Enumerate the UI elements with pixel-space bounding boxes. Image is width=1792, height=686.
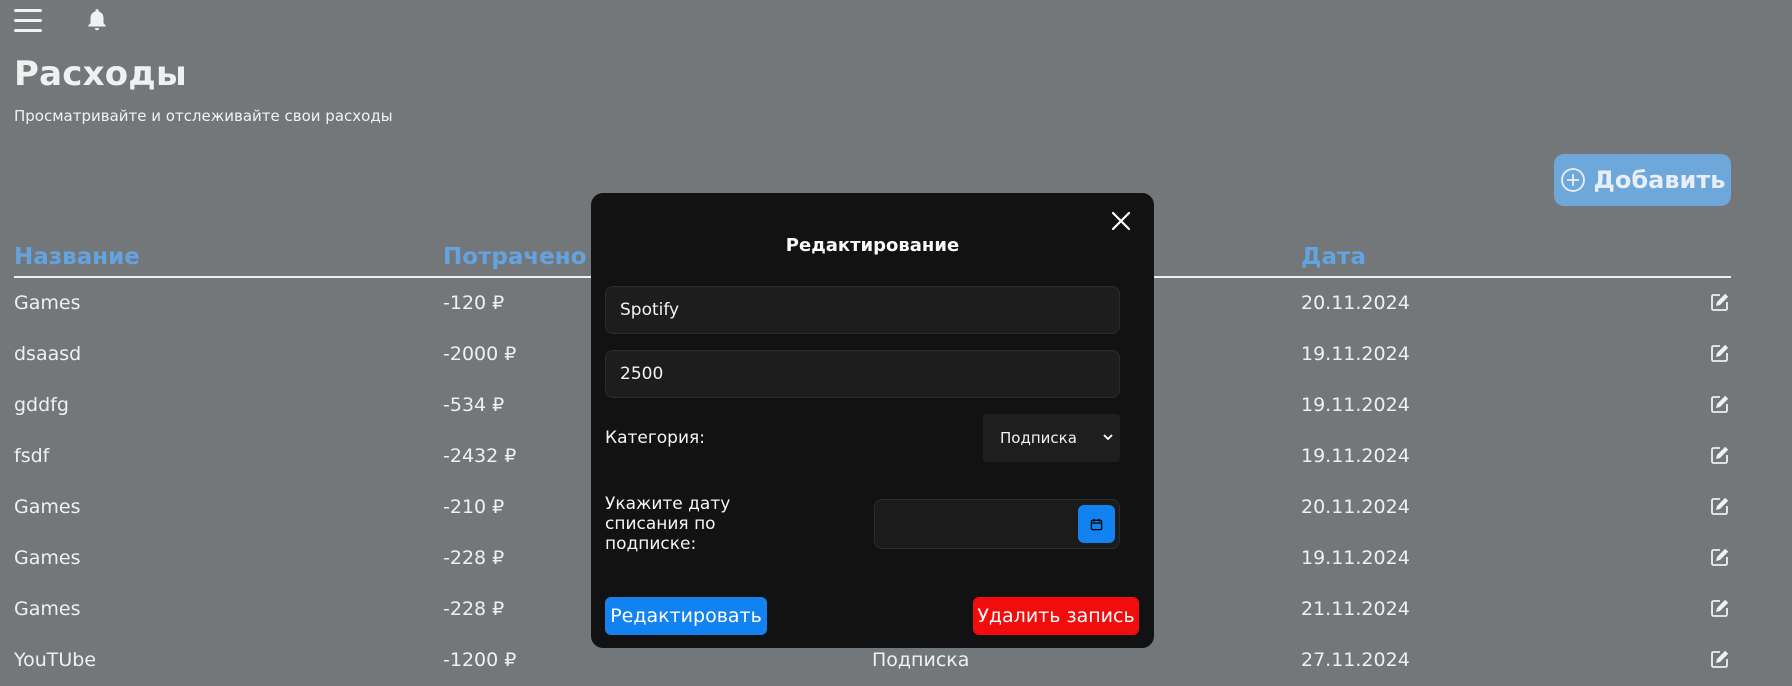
edit-icon[interactable] — [1710, 394, 1730, 414]
row-name: Games — [14, 496, 81, 518]
column-header-name[interactable]: Название — [14, 244, 140, 270]
delete-record-button[interactable]: Удалить запись — [973, 597, 1139, 635]
edit-icon[interactable] — [1710, 649, 1730, 669]
bell-icon[interactable] — [84, 6, 110, 34]
row-date: 19.11.2024 — [1301, 445, 1410, 467]
date-input[interactable] — [874, 499, 1120, 549]
plus-circle-icon — [1560, 168, 1585, 192]
row-spent: -228 ₽ — [443, 547, 505, 569]
row-name: fsdf — [14, 445, 50, 467]
modal-title: Редактирование — [785, 235, 960, 256]
name-input[interactable] — [605, 286, 1120, 334]
save-edit-button[interactable]: Редактировать — [605, 597, 767, 635]
category-label: Категория: — [605, 428, 705, 448]
row-date: 20.11.2024 — [1301, 292, 1410, 314]
row-name: Games — [14, 292, 81, 314]
row-date: 19.11.2024 — [1301, 547, 1410, 569]
row-name: gddfg — [14, 394, 69, 416]
row-spent: -1200 ₽ — [443, 649, 517, 671]
column-header-spent[interactable]: Потрачено — [443, 244, 586, 270]
row-name: Games — [14, 547, 81, 569]
date-label: Укажите дату списания по подписке: — [605, 494, 731, 554]
row-spent: -210 ₽ — [443, 496, 505, 518]
page-subtitle: Просматривайте и отслеживайте свои расхо… — [14, 107, 393, 125]
row-spent: -534 ₽ — [443, 394, 505, 416]
category-select[interactable]: Подписка — [983, 414, 1120, 462]
edit-icon[interactable] — [1710, 598, 1730, 618]
row-date: 19.11.2024 — [1301, 394, 1410, 416]
chevron-down-icon — [1103, 434, 1113, 441]
row-name: Games — [14, 598, 81, 620]
row-date: 21.11.2024 — [1301, 598, 1410, 620]
row-spent: -2432 ₽ — [443, 445, 517, 467]
column-header-date[interactable]: Дата — [1301, 244, 1366, 270]
row-date: 20.11.2024 — [1301, 496, 1410, 518]
edit-icon[interactable] — [1710, 292, 1730, 312]
page-title: Расходы — [14, 54, 187, 94]
row-category: Подписка — [872, 649, 970, 671]
row-date: 19.11.2024 — [1301, 343, 1410, 365]
row-spent: -120 ₽ — [443, 292, 505, 314]
row-spent: -228 ₽ — [443, 598, 505, 620]
close-icon[interactable] — [1110, 210, 1132, 232]
category-selected-value: Подписка — [1000, 429, 1077, 447]
add-button[interactable]: Добавить — [1554, 154, 1731, 206]
edit-icon[interactable] — [1710, 445, 1730, 465]
calendar-button[interactable] — [1078, 505, 1115, 543]
amount-input[interactable] — [605, 350, 1120, 398]
add-button-label: Добавить — [1593, 166, 1726, 194]
calendar-icon — [1090, 518, 1103, 530]
row-name: dsaasd — [14, 343, 82, 365]
edit-modal: Редактирование Категория: Подписка Укажи… — [591, 193, 1154, 648]
row-date: 27.11.2024 — [1301, 649, 1410, 671]
edit-icon[interactable] — [1710, 343, 1730, 363]
edit-icon[interactable] — [1710, 547, 1730, 567]
menu-icon[interactable] — [14, 9, 42, 33]
edit-icon[interactable] — [1710, 496, 1730, 516]
row-spent: -2000 ₽ — [443, 343, 517, 365]
row-name: YouTUbe — [14, 649, 97, 671]
